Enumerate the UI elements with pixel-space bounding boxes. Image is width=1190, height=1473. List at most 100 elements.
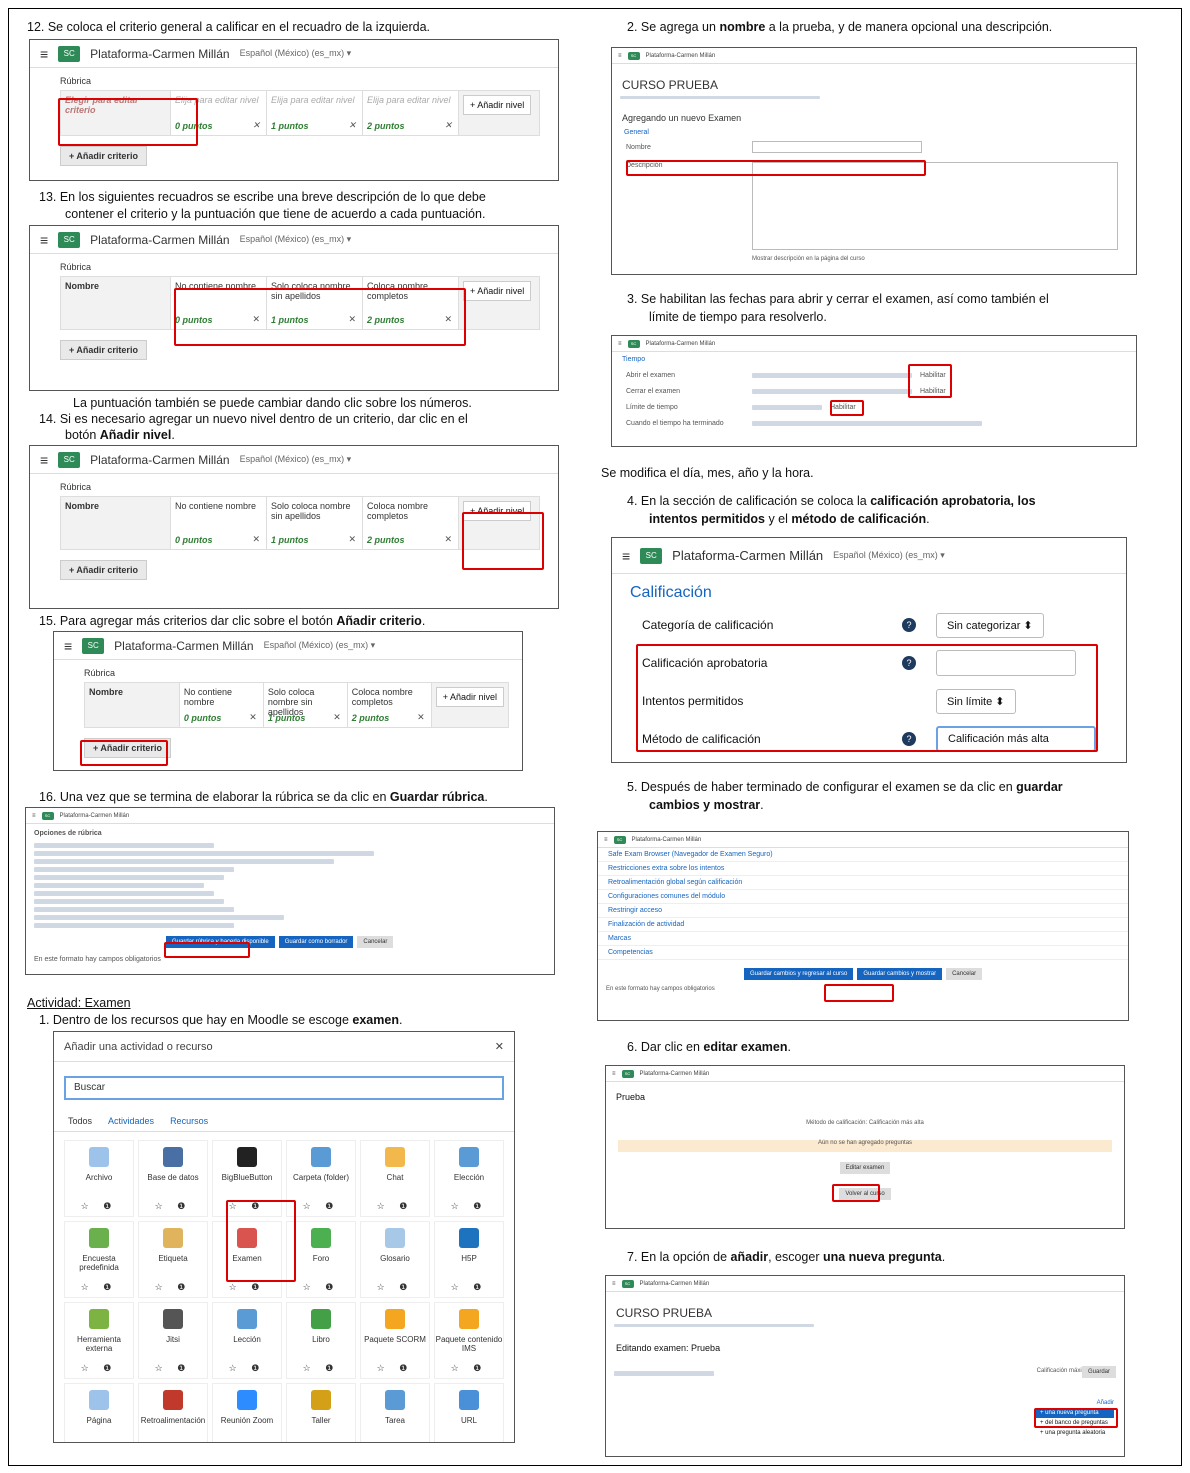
- tab-resources[interactable]: Recursos: [170, 1116, 208, 1126]
- activity-tile[interactable]: Paquete contenido IMS ☆ ❶: [434, 1302, 504, 1379]
- settings-section[interactable]: Restringir acceso: [598, 904, 1128, 918]
- add-criterion-button[interactable]: + Añadir criterio: [60, 340, 147, 360]
- level-placeholder[interactable]: Elija para editar nivel 2 puntos ✕: [363, 91, 459, 135]
- level-cell[interactable]: No contiene nombre 0 puntos ✕: [179, 683, 264, 727]
- level-points[interactable]: 0 puntos: [175, 535, 213, 545]
- search-input[interactable]: Buscar: [64, 1076, 504, 1100]
- level-cell[interactable]: Coloca nombre completos 2 puntos ✕: [363, 497, 459, 549]
- level-cell[interactable]: Solo coloca nombre sin apellidos 1 puntos…: [263, 683, 348, 727]
- activity-tile[interactable]: Paquete SCORM ☆ ❶: [360, 1302, 430, 1379]
- level-cell[interactable]: Solo coloca nombre sin apellidos 1 puntos…: [267, 497, 363, 549]
- remove-icon[interactable]: ✕: [444, 120, 452, 131]
- site-name[interactable]: Plataforma-Carmen Millán: [90, 233, 229, 247]
- activity-tile[interactable]: Encuesta predefinida ☆ ❶: [64, 1221, 134, 1298]
- activity-tile[interactable]: Base de datos ☆ ❶: [138, 1140, 208, 1217]
- add-level-button[interactable]: + Añadir nivel: [463, 95, 532, 115]
- menu-icon[interactable]: ≡: [618, 341, 622, 347]
- level-points[interactable]: 0 puntos: [184, 713, 222, 723]
- activity-tile[interactable]: Carpeta (folder) ☆ ❶: [286, 1140, 356, 1217]
- star-info-icons[interactable]: ☆ ❶: [303, 1363, 340, 1374]
- level-points[interactable]: 2 puntos: [367, 535, 405, 545]
- remove-icon[interactable]: ✕: [444, 534, 452, 545]
- settings-section[interactable]: Retroalimentación global según calificac…: [598, 876, 1128, 890]
- language-menu[interactable]: Español (México) (es_mx) ▾: [833, 550, 945, 561]
- star-info-icons[interactable]: ☆ ❶: [377, 1363, 414, 1374]
- expire-select[interactable]: [752, 420, 982, 426]
- level-cell[interactable]: No contiene nombre 0 puntos ✕: [171, 497, 267, 549]
- save-draft-button[interactable]: Guardar como borrador: [278, 936, 354, 948]
- language-menu[interactable]: Español (México) (es_mx) ▾: [240, 48, 352, 59]
- remove-icon[interactable]: ✕: [252, 120, 260, 131]
- menu-icon[interactable]: ≡: [618, 53, 622, 59]
- menu-icon[interactable]: ≡: [32, 813, 36, 819]
- star-info-icons[interactable]: ☆ ❶: [81, 1201, 118, 1212]
- settings-section[interactable]: Restricciones extra sobre los intentos: [598, 862, 1128, 876]
- star-info-icons[interactable]: ☆ ❶: [451, 1201, 488, 1212]
- criterion-name[interactable]: Nombre: [61, 277, 171, 329]
- menu-icon[interactable]: ≡: [612, 1281, 616, 1287]
- remove-icon[interactable]: ✕: [348, 534, 356, 545]
- activity-tile[interactable]: Etiqueta ☆ ❶: [138, 1221, 208, 1298]
- criterion-name[interactable]: Nombre: [85, 683, 180, 727]
- settings-section[interactable]: Competencias: [598, 946, 1128, 960]
- star-info-icons[interactable]: ☆ ❶: [377, 1282, 414, 1293]
- settings-section[interactable]: Safe Exam Browser (Navegador de Examen S…: [598, 848, 1128, 862]
- tab-all[interactable]: Todos: [68, 1116, 92, 1126]
- toolbar-buttons[interactable]: [614, 1371, 714, 1376]
- language-menu[interactable]: Español (México) (es_mx) ▾: [264, 640, 376, 651]
- add-link[interactable]: Añadir: [1036, 1400, 1114, 1406]
- site-name[interactable]: Plataforma-Carmen Millán: [646, 53, 716, 59]
- site-name[interactable]: Plataforma-Carmen Millán: [90, 453, 229, 467]
- activity-tile[interactable]: Jitsi ☆ ❶: [138, 1302, 208, 1379]
- level-cell[interactable]: Coloca nombre completos 2 puntos ✕: [347, 683, 432, 727]
- site-name[interactable]: Plataforma-Carmen Millán: [60, 813, 130, 819]
- add-criterion-button[interactable]: + Añadir criterio: [60, 146, 147, 166]
- activity-tile[interactable]: Tarea☆ ❶: [360, 1383, 430, 1442]
- cancel-button[interactable]: Cancelar: [946, 968, 983, 980]
- settings-section[interactable]: Configuraciones comunes del módulo: [598, 890, 1128, 904]
- add-criterion-button[interactable]: + Añadir criterio: [60, 560, 147, 580]
- star-info-icons[interactable]: ☆ ❶: [229, 1363, 266, 1374]
- level-points[interactable]: 1 puntos: [271, 535, 309, 545]
- star-info-icons[interactable]: ☆ ❶: [155, 1282, 192, 1293]
- menu-icon[interactable]: ≡: [40, 232, 48, 248]
- activity-tile[interactable]: Reunión Zoom☆ ❶: [212, 1383, 282, 1442]
- general-section[interactable]: General: [624, 129, 1124, 136]
- activity-tile[interactable]: Retroalimentación☆ ❶: [138, 1383, 208, 1442]
- show-description-checkbox[interactable]: Mostrar descripción en la página del cur…: [752, 256, 1136, 262]
- menu-icon[interactable]: ≡: [612, 1071, 616, 1077]
- tab-activities[interactable]: Actividades: [108, 1116, 154, 1126]
- level-points[interactable]: 2 puntos: [352, 713, 390, 723]
- remove-icon[interactable]: ✕: [252, 534, 260, 545]
- category-select[interactable]: Sin categorizar ⬍: [936, 612, 1044, 638]
- add-level-button[interactable]: + Añadir nivel: [435, 687, 504, 707]
- site-name[interactable]: Plataforma-Carmen Millán: [114, 639, 253, 653]
- menu-icon[interactable]: ≡: [622, 548, 630, 564]
- date-selectors[interactable]: [752, 372, 912, 378]
- site-name[interactable]: Plataforma-Carmen Millán: [640, 1281, 710, 1287]
- site-name[interactable]: Plataforma-Carmen Millán: [632, 837, 702, 843]
- menu-icon[interactable]: ≡: [40, 452, 48, 468]
- edit-quiz-button[interactable]: Editar examen: [839, 1162, 891, 1174]
- random-question-option[interactable]: + una pregunta aleatoria: [1036, 1428, 1114, 1438]
- star-info-icons[interactable]: ☆ ❶: [451, 1282, 488, 1293]
- activity-tile[interactable]: H5P ☆ ❶: [434, 1221, 504, 1298]
- star-info-icons[interactable]: ☆ ❶: [377, 1201, 414, 1212]
- add-level-button[interactable]: + Añadir nivel: [463, 281, 532, 301]
- star-info-icons[interactable]: ☆ ❶: [81, 1363, 118, 1374]
- breadcrumb[interactable]: [614, 1324, 814, 1327]
- activity-tile[interactable]: Libro ☆ ❶: [286, 1302, 356, 1379]
- star-info-icons[interactable]: ☆ ❶: [303, 1282, 340, 1293]
- name-input[interactable]: [752, 141, 922, 153]
- activity-tile[interactable]: Foro ☆ ❶: [286, 1221, 356, 1298]
- grading-section-title[interactable]: Calificación: [630, 584, 1126, 602]
- settings-section[interactable]: Marcas: [598, 932, 1128, 946]
- star-info-icons[interactable]: ☆ ❶: [451, 1363, 488, 1374]
- star-info-icons[interactable]: ☆ ❶: [81, 1282, 118, 1293]
- level-placeholder[interactable]: Elija para editar nivel 1 puntos ✕: [267, 91, 363, 135]
- activity-tile[interactable]: Elección ☆ ❶: [434, 1140, 504, 1217]
- activity-tile[interactable]: Archivo ☆ ❶: [64, 1140, 134, 1217]
- menu-icon[interactable]: ≡: [64, 638, 72, 654]
- site-name[interactable]: Plataforma-Carmen Millán: [672, 548, 823, 563]
- menu-icon[interactable]: ≡: [40, 46, 48, 62]
